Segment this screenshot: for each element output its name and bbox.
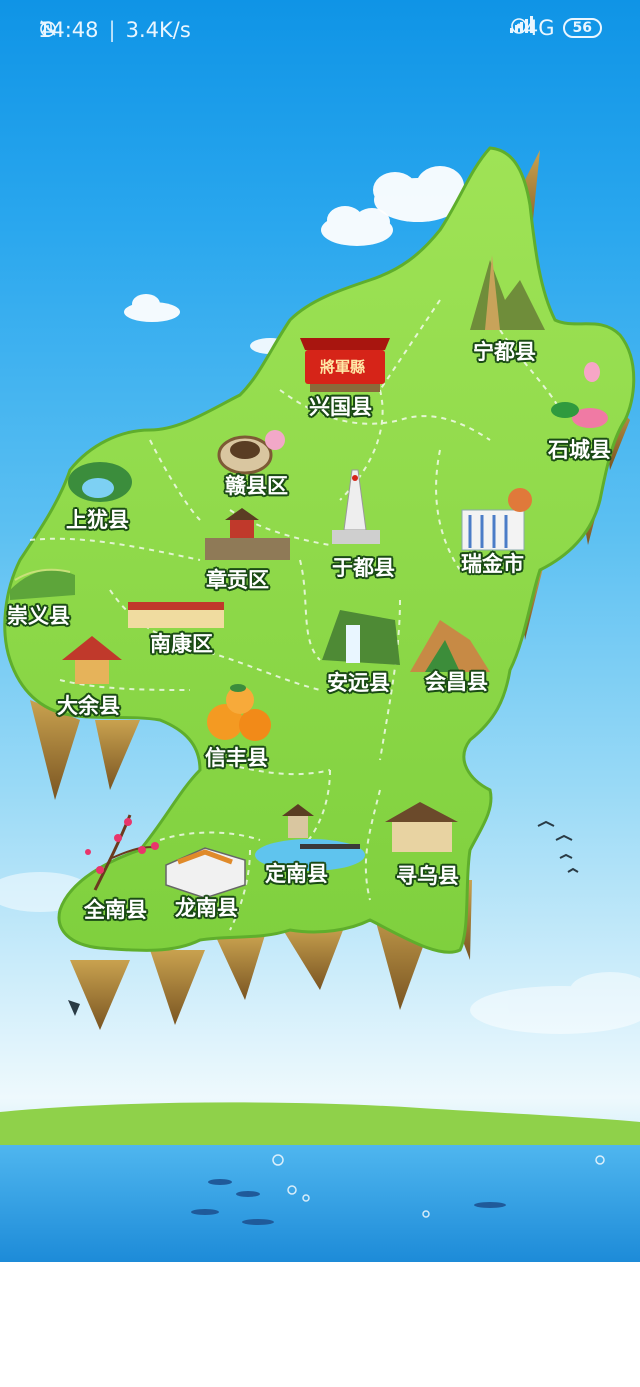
meadow [0,1102,640,1150]
bird [68,1000,80,1016]
bird-flock [537,820,579,873]
region-label-dingnan[interactable]: 定南县 [265,858,328,888]
battery-icon: 56 [562,18,602,38]
ganzhou-land [3,146,636,954]
status-bar: 14:48 | 3.4K/s 4G 56 [0,0,640,62]
map-scene: 14:48 | 3.4K/s 4G 56 將軍縣 宁都县 兴国县 石城县 赣县区… [0,0,640,1262]
blank-bottom-area [0,1262,640,1387]
region-label-ruijin[interactable]: 瑞金市 [461,548,524,578]
region-label-nankang[interactable]: 南康区 [150,628,213,658]
region-label-anyuan[interactable]: 安远县 [327,667,390,697]
landmark-banner-text: 將軍縣 [320,358,366,376]
region-label-xunwu[interactable]: 寻乌县 [396,860,459,890]
region-label-yudu[interactable]: 于都县 [332,552,395,582]
status-network-speed: 3.4K/s [125,18,191,42]
map-illustration [0,146,640,1262]
region-label-shangyou[interactable]: 上犹县 [66,504,129,534]
region-label-dayu[interactable]: 大余县 [57,690,120,720]
region-label-huichang[interactable]: 会昌县 [425,666,488,696]
cloud [321,206,393,246]
furniture-market-icon [128,602,224,628]
region-label-ningdu[interactable]: 宁都县 [473,336,536,366]
status-divider: | [108,18,116,42]
region-label-shicheng[interactable]: 石城县 [548,434,611,464]
region-label-longnan[interactable]: 龙南县 [175,892,238,922]
sea [0,1145,640,1262]
cloud [124,294,180,322]
region-label-xinfeng[interactable]: 信丰县 [205,742,268,772]
region-label-chongyi[interactable]: 崇义县 [7,600,70,630]
region-label-zhanggong[interactable]: 章贡区 [206,564,269,594]
region-label-ganxian[interactable]: 赣县区 [225,470,288,500]
lake-mountain-icon [68,462,132,502]
region-label-quannan[interactable]: 全南县 [84,894,147,924]
region-label-xingguo[interactable]: 兴国县 [309,391,372,421]
